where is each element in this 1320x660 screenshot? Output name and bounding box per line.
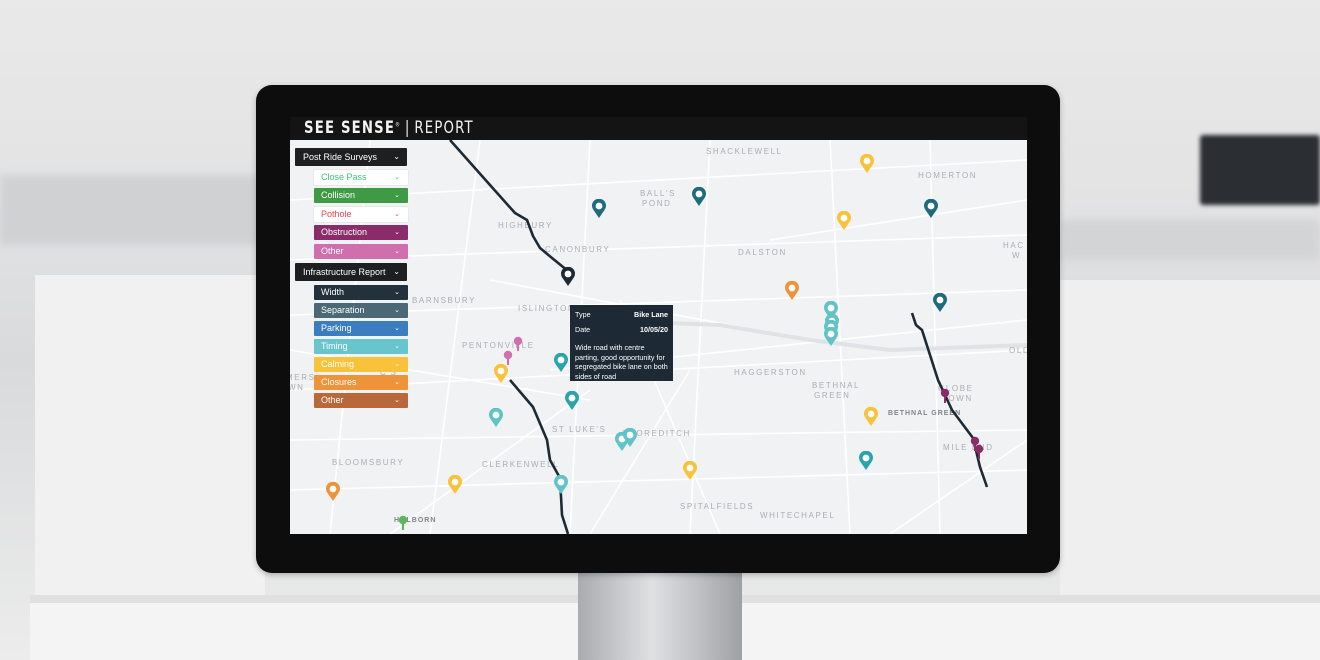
filter-item-label: Other <box>321 395 344 405</box>
apple-logo-icon <box>651 544 665 560</box>
map-pin-icon[interactable] <box>325 482 341 502</box>
chevron-down-icon: ⌄ <box>394 397 400 404</box>
filter-item-label: Collision <box>321 190 356 200</box>
filter-item-label: Close Pass <box>321 172 367 182</box>
map-pin-icon[interactable] <box>784 281 800 301</box>
tooltip-date-row: Date 10/05/20 <box>575 325 668 340</box>
background-partition <box>35 275 265 595</box>
chevron-down-icon: ⌄ <box>394 211 400 218</box>
app-screen: SEE SENSE® | REPORT SHACKLEWELL HOMERTON BAL… <box>290 117 1027 534</box>
app-header: SEE SENSE® | REPORT <box>290 117 1027 140</box>
chevron-down-icon: ⌄ <box>394 307 400 314</box>
background-shelf <box>0 175 260 245</box>
marker-tooltip: Type Bike Lane Date 10/05/20 Wide road w… <box>570 305 673 381</box>
map-pin-icon[interactable] <box>691 187 707 207</box>
map-pin-icon[interactable] <box>836 211 852 231</box>
filter-item-separation[interactable]: Separation ⌄ <box>314 303 408 318</box>
map-pin-icon[interactable] <box>447 475 463 495</box>
map-pin-icon[interactable] <box>858 451 874 471</box>
filter-item-other[interactable]: Other ⌄ <box>314 393 408 408</box>
filter-item-label: Pothole <box>321 209 352 219</box>
chevron-down-icon: ⌄ <box>394 174 400 181</box>
map-pin-icon[interactable] <box>923 199 939 219</box>
chevron-down-icon: ⌄ <box>393 152 400 161</box>
group-post-ride-surveys[interactable]: Post Ride Surveys ⌄ <box>295 148 407 166</box>
map-pin-icon[interactable] <box>488 408 504 428</box>
filter-item-label: Calming <box>321 359 355 369</box>
monitor-stand <box>578 572 742 660</box>
group-label: Post Ride Surveys <box>303 152 378 162</box>
brand-name: SEE SENSE <box>304 118 396 138</box>
section-title: REPORT <box>414 118 474 138</box>
map-pushpin-icon[interactable] <box>974 444 984 460</box>
filter-item-closures[interactable]: Closures ⌄ <box>314 375 408 390</box>
registered-mark: ® <box>395 121 401 129</box>
filter-item-pothole[interactable]: Pothole ⌄ <box>314 207 408 222</box>
group-infrastructure-report[interactable]: Infrastructure Report ⌄ <box>295 263 407 281</box>
map-pin-icon[interactable] <box>622 428 638 448</box>
map-pin-icon[interactable] <box>682 461 698 481</box>
filter-item-label: Other <box>321 246 344 256</box>
background-monitor <box>1200 135 1320 205</box>
background-shelf <box>1060 220 1320 260</box>
filter-item-obstruction[interactable]: Obstruction ⌄ <box>314 225 408 240</box>
filter-item-collision[interactable]: Collision ⌄ <box>314 188 408 203</box>
filter-item-label: Timing <box>321 341 348 351</box>
chevron-down-icon: ⌄ <box>394 379 400 386</box>
chevron-down-icon: ⌄ <box>394 325 400 332</box>
filter-item-other[interactable]: Other ⌄ <box>314 244 408 259</box>
map-pin-icon[interactable] <box>553 475 569 495</box>
chevron-down-icon: ⌄ <box>394 248 400 255</box>
tooltip-type-row: Type Bike Lane <box>575 310 668 325</box>
filter-item-timing[interactable]: Timing ⌄ <box>314 339 408 354</box>
filter-item-label: Parking <box>321 323 352 333</box>
map-pin-icon[interactable] <box>553 353 569 373</box>
bike-route-line[interactable] <box>509 379 570 534</box>
background-partition <box>1060 280 1320 600</box>
chevron-down-icon: ⌄ <box>393 267 400 276</box>
filter-item-label: Closures <box>321 377 357 387</box>
brand-logo: SEE SENSE® | REPORT <box>304 118 474 138</box>
map-pin-icon[interactable] <box>863 407 879 427</box>
map-pin-icon[interactable] <box>564 391 580 411</box>
chevron-down-icon: ⌄ <box>394 343 400 350</box>
map-pin-icon[interactable] <box>560 267 576 287</box>
map-pushpin-icon[interactable] <box>398 515 408 531</box>
tooltip-type-label: Type <box>575 310 591 319</box>
map-pin-icon[interactable] <box>859 154 875 174</box>
map-pin-icon[interactable] <box>493 364 509 384</box>
filter-item-label: Separation <box>321 305 365 315</box>
brand-separator: | <box>404 118 411 138</box>
tooltip-date-label: Date <box>575 325 591 334</box>
filter-item-label: Obstruction <box>321 227 368 237</box>
map-pushpin-icon[interactable] <box>513 336 523 352</box>
map-pushpin-icon[interactable] <box>940 388 950 404</box>
chevron-down-icon: ⌄ <box>394 361 400 368</box>
filter-item-label: Width <box>321 287 345 297</box>
group-label: Infrastructure Report <box>303 267 386 277</box>
map-pin-icon[interactable] <box>823 327 839 347</box>
chevron-down-icon: ⌄ <box>394 289 400 296</box>
filter-item-width[interactable]: Width ⌄ <box>314 285 408 300</box>
chevron-down-icon: ⌄ <box>394 229 400 236</box>
map-pushpin-icon[interactable] <box>503 350 513 366</box>
bike-route-line[interactable] <box>449 140 569 273</box>
chevron-down-icon: ⌄ <box>394 192 400 199</box>
tooltip-type-value: Bike Lane <box>634 310 668 319</box>
map-pin-icon[interactable] <box>591 199 607 219</box>
filter-item-calming[interactable]: Calming ⌄ <box>314 357 408 372</box>
filter-item-parking[interactable]: Parking ⌄ <box>314 321 408 336</box>
filter-item-close-pass[interactable]: Close Pass ⌄ <box>314 170 408 185</box>
tooltip-date-value: 10/05/20 <box>640 325 668 334</box>
map-pin-icon[interactable] <box>932 293 948 313</box>
tooltip-description: Wide road with centre parting, good oppo… <box>575 343 668 381</box>
